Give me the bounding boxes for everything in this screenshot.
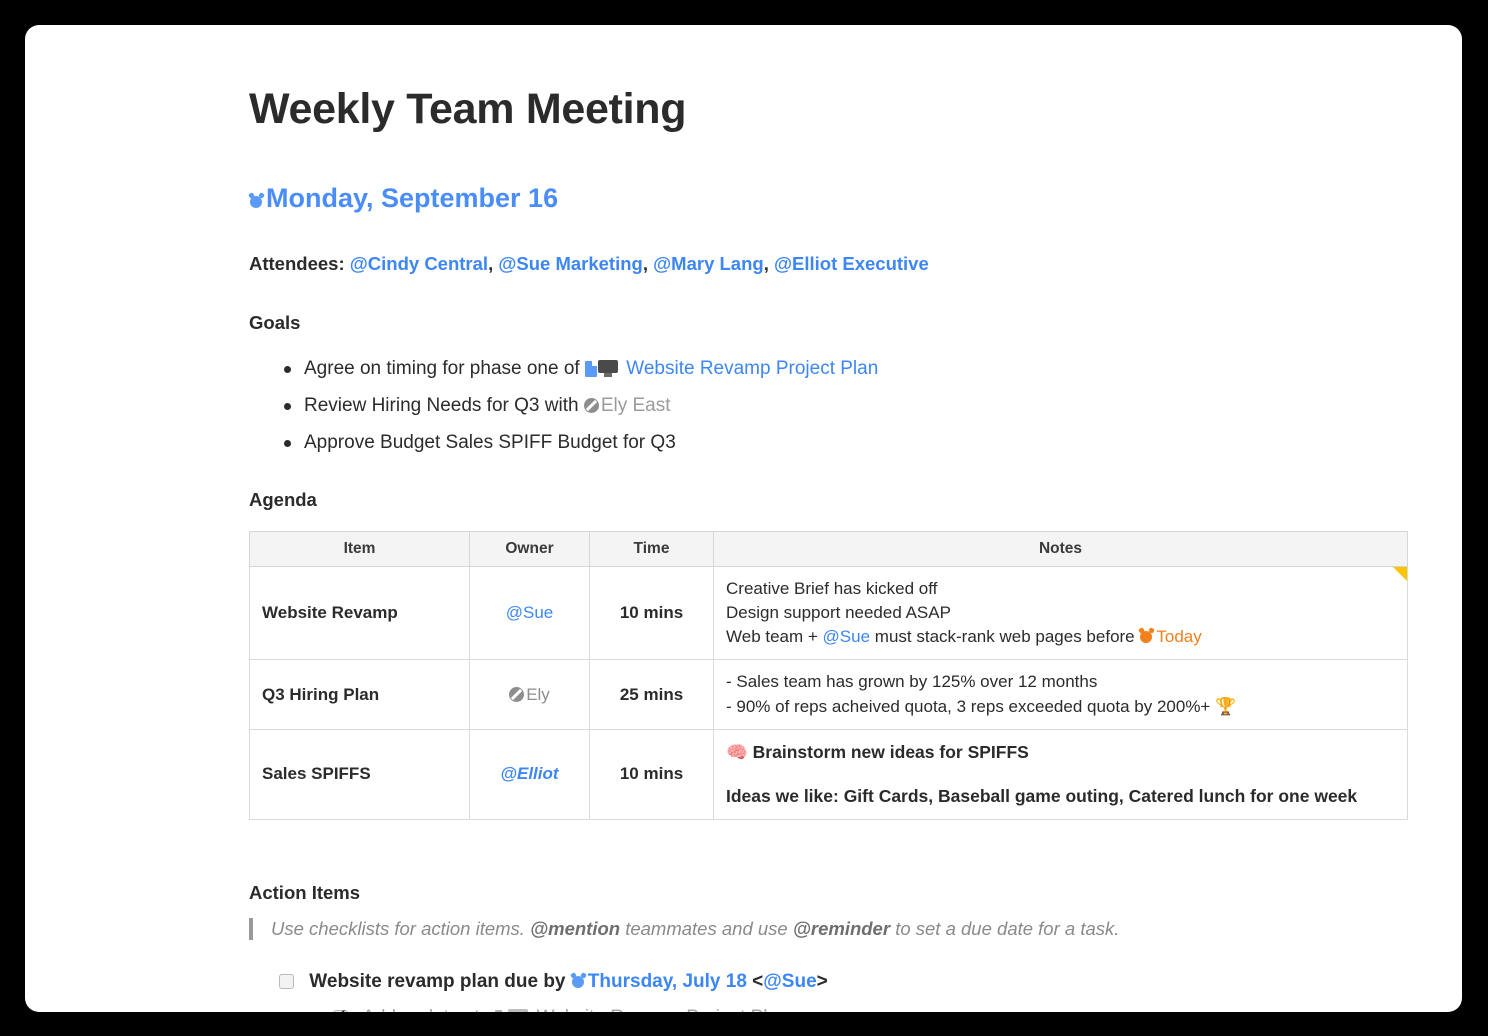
hint-part-1: Use checklists for action items. <box>271 918 531 940</box>
alarm-clock-icon <box>248 192 265 209</box>
goal-item-2: Review Hiring Needs for Q3 with Ely East <box>284 387 1429 424</box>
column-header-owner: Owner <box>469 531 590 568</box>
no-entry-icon <box>583 397 599 413</box>
task-1-bracket-close: > <box>816 971 828 993</box>
goal-3-text: Approve Budget Sales SPIFF Budget for Q3 <box>304 431 676 453</box>
row-2-owner: Ely <box>469 659 590 730</box>
row-3-note-line-1: 🧠 Brainstorm new ideas for SPIFFS <box>726 741 1029 762</box>
comment-flag-icon[interactable] <box>1393 567 1407 582</box>
table-row: Q3 Hiring Plan Ely 25 mins - Sales team … <box>249 659 1408 730</box>
row-3-time: 10 mins <box>589 728 714 821</box>
goal-item-3: Approve Budget Sales SPIFF Budget for Q3 <box>284 424 1429 461</box>
task-1-bracket-open: < <box>746 971 764 993</box>
action-items-section: Action Items Use checklists for action i… <box>249 882 1429 1012</box>
page-icon <box>495 1010 508 1012</box>
document-body: Weekly Team Meeting Monday, September 16… <box>248 85 1429 1012</box>
action-items-hint: Use checklists for action items. @mentio… <box>249 916 1429 942</box>
attendees-line: Attendees: @Cindy Central, @Sue Marketin… <box>249 252 929 274</box>
alarm-clock-icon <box>1138 627 1156 644</box>
checklist-item-add-updates: Add updates to Website Revamp Project Pl… <box>333 1000 1429 1012</box>
task-1-mention[interactable]: @Sue <box>763 971 816 992</box>
attendee-mention-cindy[interactable]: @Cindy Central <box>350 253 488 274</box>
agenda-heading: Agenda <box>249 489 317 511</box>
action-items-checklist: Website revamp plan due by Thursday, Jul… <box>249 964 1429 1012</box>
attendee-mention-mary[interactable]: @Mary Lang <box>653 253 764 274</box>
row-2-item: Q3 Hiring Plan <box>249 659 470 730</box>
row-1-owner-mention[interactable]: @Sue <box>506 603 554 622</box>
row-1-note-line-2: Design support needed ASAP <box>726 603 951 623</box>
row-1-note-reminder[interactable]: Today <box>1156 627 1201 646</box>
document-page: Weekly Team Meeting Monday, September 16… <box>25 25 1462 1012</box>
column-header-time: Time <box>589 531 714 568</box>
task-1-reminder[interactable]: Thursday, July 18 <box>588 971 747 992</box>
row-3-notes: 🧠 Brainstorm new ideas for SPIFFS Ideas … <box>713 728 1408 821</box>
attendee-mention-sue[interactable]: @Sue Marketing <box>498 253 643 274</box>
table-header-row: Item Owner Time Notes <box>249 531 1408 568</box>
row-2-note-line-2: - 90% of reps acheived quota, 3 reps exc… <box>726 696 1237 716</box>
checkbox-website-revamp-plan[interactable] <box>279 974 294 990</box>
page-icon <box>584 360 597 377</box>
checklist-item-website-revamp-plan: Website revamp plan due by Thursday, Jul… <box>279 964 1429 1012</box>
hint-part-3: to set a due date for a task. <box>890 918 1120 940</box>
goal-2-text: Review Hiring Needs for Q3 with <box>304 394 579 416</box>
row-1-owner: @Sue <box>469 566 590 661</box>
row-1-item: Website Revamp <box>249 566 470 661</box>
monitor-icon <box>597 359 618 377</box>
row-2-owner-mention[interactable]: Ely <box>526 685 550 704</box>
subtask-1-text: Add updates to <box>362 1007 495 1012</box>
hint-reminder-keyword: @reminder <box>792 918 891 940</box>
row-2-note-line-1: - Sales team has grown by 125% over 12 m… <box>726 672 1098 692</box>
monitor-icon <box>508 1009 529 1012</box>
row-1-note-mention[interactable]: @Sue <box>823 627 871 646</box>
row-2-notes: - Sales team has grown by 125% over 12 m… <box>713 659 1408 730</box>
checklist-sublist: Add updates to Website Revamp Project Pl… <box>279 1000 1429 1012</box>
row-3-item: Sales SPIFFS <box>249 728 470 821</box>
row-1-time: 10 mins <box>589 566 714 661</box>
meeting-date-text: Monday, September 16 <box>266 183 559 214</box>
goal-item-1: Agree on timing for phase one of Website… <box>284 350 1429 387</box>
row-3-note-line-2: Ideas we like: Gift Cards, Baseball game… <box>726 786 1358 807</box>
table-row: Sales SPIFFS @Elliot 10 mins 🧠 Brainstor… <box>249 728 1408 821</box>
row-3-owner-mention[interactable]: @Elliot <box>500 764 558 783</box>
column-header-notes: Notes <box>713 531 1408 568</box>
goal-1-link[interactable]: Website Revamp Project Plan <box>626 358 878 379</box>
goals-heading: Goals <box>249 311 301 333</box>
row-3-note-spacer <box>726 764 1395 784</box>
checkbox-add-updates[interactable] <box>333 1007 348 1012</box>
meeting-date-heading: Monday, September 16 <box>248 182 1429 214</box>
no-entry-icon <box>509 686 525 702</box>
agenda-table: Item Owner Time Notes Website Revamp @Su… <box>249 531 1408 821</box>
row-3-owner: @Elliot <box>469 728 590 821</box>
row-1-note-middle: must stack-rank web pages before <box>870 627 1140 647</box>
hint-part-2: teammates and use <box>620 918 793 940</box>
page-title: Weekly Team Meeting <box>249 85 687 133</box>
column-header-item: Item <box>249 531 470 568</box>
goals-list: Agree on timing for phase one of Website… <box>249 350 1429 461</box>
goal-2-muted-mention[interactable]: Ely East <box>601 395 671 416</box>
task-1-text: Website revamp plan due by <box>309 971 571 993</box>
attendees-label: Attendees: <box>249 252 345 274</box>
subtask-1-link[interactable]: Website Revamp Project Plan <box>537 1007 789 1012</box>
row-1-note-line-1: Creative Brief has kicked off <box>726 579 938 599</box>
hint-mention-keyword: @mention <box>530 918 621 940</box>
row-1-note-line-3: Web team + @Sue must stack-rank web page… <box>726 625 1395 649</box>
attendee-mention-elliot[interactable]: @Elliot Executive <box>774 253 929 274</box>
row-2-time: 25 mins <box>589 659 714 730</box>
goal-1-text: Agree on timing for phase one of <box>304 357 580 379</box>
row-1-notes: Creative Brief has kicked off Design sup… <box>713 566 1408 661</box>
alarm-clock-icon <box>569 972 587 989</box>
row-1-note-prefix: Web team + <box>726 627 823 647</box>
table-row: Website Revamp @Sue 10 mins Creative Bri… <box>249 566 1408 661</box>
action-items-heading: Action Items <box>249 882 361 904</box>
